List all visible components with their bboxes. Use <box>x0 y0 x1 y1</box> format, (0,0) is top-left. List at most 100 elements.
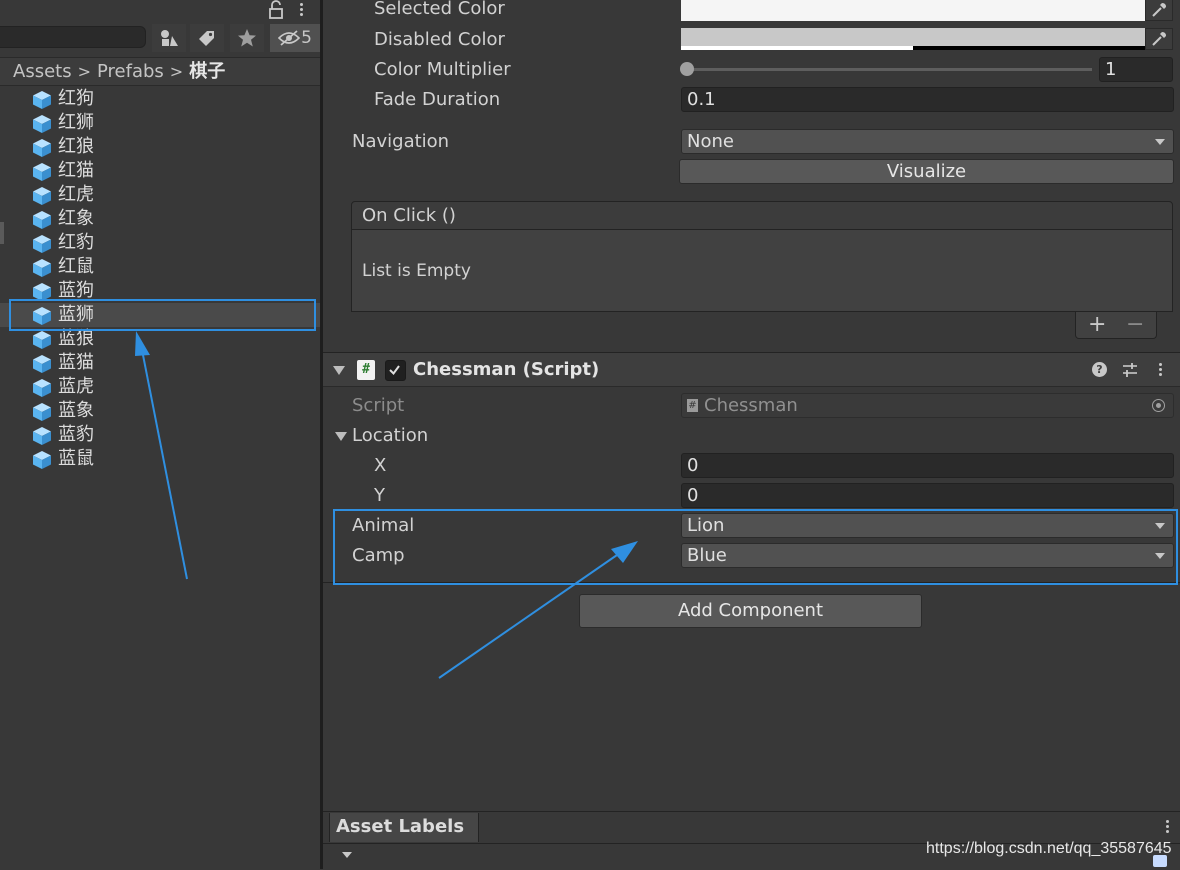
prefab-cube-icon <box>33 187 51 205</box>
add-listener-button[interactable]: + <box>1088 312 1106 338</box>
asset-name: 红鼠 <box>58 256 94 277</box>
checkmark-icon <box>389 365 400 376</box>
asset-name: 蓝象 <box>58 400 94 421</box>
eyedropper-button[interactable] <box>1145 0 1173 21</box>
help-icon[interactable]: ? <box>1092 362 1107 377</box>
breadcrumb-assets[interactable]: Assets <box>13 61 72 82</box>
component-enabled-checkbox[interactable] <box>385 360 406 381</box>
asset-name: 蓝鼠 <box>58 448 94 469</box>
asset-row[interactable]: 红虎 <box>0 183 320 207</box>
asset-row[interactable]: 红狼 <box>0 135 320 159</box>
asset-row[interactable]: 红狗 <box>0 87 320 111</box>
asset-row[interactable]: 红豹 <box>0 231 320 255</box>
location-x-input[interactable]: 0 <box>681 453 1174 478</box>
eyedropper-button[interactable] <box>1145 28 1173 50</box>
alpha-bar-black <box>913 46 1145 50</box>
chevron-right-icon: > <box>77 62 91 81</box>
asset-labels-menu-icon[interactable] <box>1164 818 1170 836</box>
hidden-packages-button[interactable]: 5 <box>270 24 320 52</box>
disabled-color-label: Disabled Color <box>374 29 505 50</box>
tag-icon <box>1153 855 1167 867</box>
prefab-cube-icon <box>33 451 51 469</box>
search-input[interactable] <box>0 26 146 48</box>
selected-color-label: Selected Color <box>374 0 505 19</box>
asset-name: 红狮 <box>58 112 94 133</box>
prefab-cube-icon <box>33 115 51 133</box>
prefab-cube-icon <box>33 379 51 397</box>
asset-name: 红豹 <box>58 232 94 253</box>
chevron-right-icon: > <box>169 62 184 81</box>
prefab-cube-icon <box>33 259 51 277</box>
asset-row[interactable]: 红象 <box>0 207 320 231</box>
panel-menu-icon[interactable] <box>298 1 304 19</box>
prefab-cube-icon <box>33 355 51 373</box>
asset-row[interactable]: 红猫 <box>0 159 320 183</box>
asset-row[interactable]: 蓝虎 <box>0 375 320 399</box>
navigation-dropdown[interactable]: None <box>681 129 1174 154</box>
script-file-icon: # <box>687 399 698 412</box>
watermark-text: https://blog.csdn.net/qq_35587645 <box>926 840 1172 857</box>
x-label: X <box>374 455 387 476</box>
asset-labels-button[interactable]: Asset Labels <box>329 813 479 858</box>
selected-color-swatch[interactable] <box>681 0 1145 21</box>
color-multiplier-slider-thumb[interactable] <box>680 62 694 76</box>
favorites-button[interactable] <box>230 24 264 52</box>
asset-row[interactable]: 红鼠 <box>0 255 320 279</box>
asset-name: 红狗 <box>58 88 94 109</box>
asset-row[interactable]: 红狮 <box>0 111 320 135</box>
inspector-panel: Selected Color Disabled Color Color Mult… <box>323 0 1180 870</box>
foldout-arrow-icon[interactable] <box>333 366 345 375</box>
location-y-input[interactable]: 0 <box>681 483 1174 508</box>
chevron-down-icon <box>342 852 352 858</box>
navigation-label: Navigation <box>352 131 450 152</box>
prefab-cube-icon <box>33 403 51 421</box>
prefab-cube-icon <box>33 427 51 445</box>
breadcrumb-prefabs[interactable]: Prefabs <box>97 61 164 82</box>
script-object-field: # Chessman <box>681 393 1174 418</box>
preset-settings-icon[interactable] <box>1122 362 1138 378</box>
eyedropper-icon <box>1152 32 1166 46</box>
color-multiplier-slider-track[interactable] <box>688 68 1092 71</box>
color-multiplier-input[interactable]: 1 <box>1099 57 1173 82</box>
prefab-cube-icon <box>33 139 51 157</box>
component-title: Chessman (Script) <box>413 359 600 380</box>
eyedropper-icon <box>1152 3 1166 17</box>
visualize-button[interactable]: Visualize <box>679 159 1174 184</box>
color-multiplier-label: Color Multiplier <box>374 59 511 80</box>
prefab-cube-icon <box>33 235 51 253</box>
object-picker-icon[interactable] <box>1152 399 1165 412</box>
location-foldout-icon[interactable] <box>335 432 347 441</box>
location-label[interactable]: Location <box>352 424 428 448</box>
shapes-icon <box>161 30 178 46</box>
asset-name: 红象 <box>58 208 94 229</box>
breadcrumb-current[interactable]: 棋子 <box>189 61 225 82</box>
highlight-box-animal-camp <box>333 509 1178 585</box>
prefab-cube-icon <box>33 211 51 229</box>
prefab-cube-icon <box>33 331 51 349</box>
lock-icon[interactable] <box>268 0 284 20</box>
asset-name: 红虎 <box>58 184 94 205</box>
alpha-bar-white <box>681 46 913 50</box>
asset-row[interactable]: 蓝豹 <box>0 423 320 447</box>
filter-by-label-button[interactable] <box>190 24 224 52</box>
component-menu-icon[interactable] <box>1157 361 1163 379</box>
remove-listener-button[interactable]: − <box>1126 312 1144 338</box>
highlight-box-selected-prefab <box>9 299 316 331</box>
asset-name: 蓝虎 <box>58 376 94 397</box>
fade-duration-input[interactable]: 0.1 <box>681 87 1174 112</box>
asset-name: 蓝豹 <box>58 424 94 445</box>
asset-row[interactable]: 蓝猫 <box>0 351 320 375</box>
disabled-color-swatch[interactable] <box>681 28 1145 50</box>
onclick-footer: + − <box>1075 312 1157 339</box>
asset-row[interactable]: 蓝象 <box>0 399 320 423</box>
asset-row[interactable]: 蓝鼠 <box>0 447 320 471</box>
star-icon <box>238 29 256 47</box>
onclick-event-header: On Click () <box>351 201 1173 230</box>
asset-labels-text: Asset Labels <box>336 816 465 837</box>
eye-slash-icon <box>278 30 301 46</box>
add-component-button[interactable]: Add Component <box>579 594 922 628</box>
filter-by-type-button[interactable] <box>152 24 186 52</box>
breadcrumb: Assets > Prefabs > 棋子 <box>0 57 320 86</box>
script-label: Script <box>352 395 405 416</box>
component-header[interactable]: # Chessman (Script) ? <box>323 353 1180 387</box>
